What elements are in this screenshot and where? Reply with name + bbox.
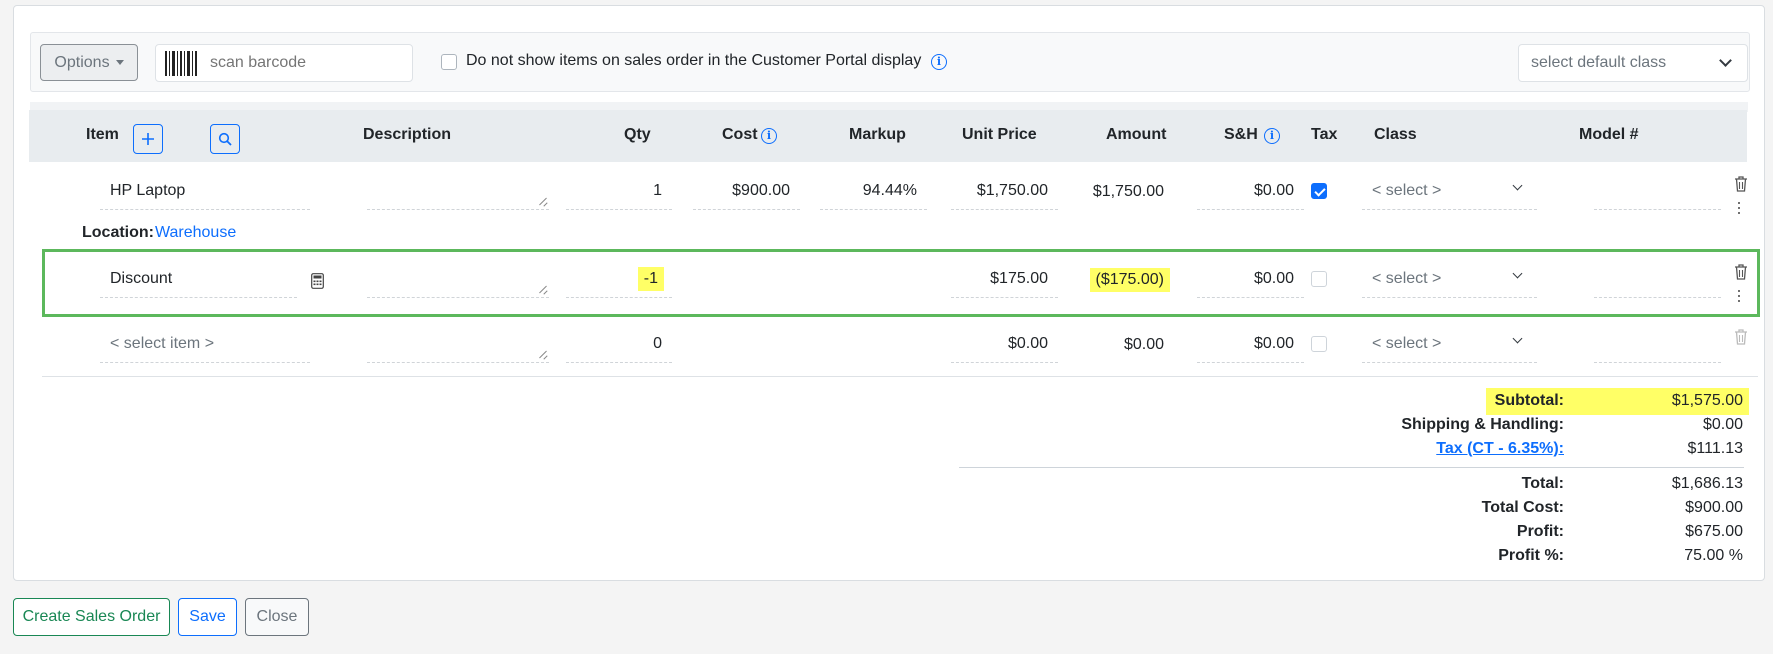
shipping-label: Shipping & Handling:	[1401, 416, 1564, 433]
barcode-icon	[165, 51, 197, 76]
unit-price-field[interactable]: $1,750.00	[951, 172, 1058, 210]
profit-label: Profit:	[1516, 523, 1564, 540]
sh-field[interactable]: $0.00	[1197, 325, 1304, 363]
add-item-button[interactable]	[133, 124, 163, 154]
default-class-select[interactable]: select default class	[1518, 44, 1748, 82]
hide-in-portal-label: Do not show items on sales order in the …	[466, 52, 922, 69]
class-select[interactable]: < select >	[1362, 260, 1537, 298]
profit-percent-value: 75.00 %	[1684, 547, 1743, 564]
col-header-description: Description	[363, 126, 452, 143]
item-field[interactable]: Discount	[100, 260, 297, 298]
plus-icon	[142, 133, 154, 145]
totals-divider	[959, 467, 1744, 468]
total-cost-label: Total Cost:	[1481, 499, 1564, 516]
cost-info-icon[interactable]: i	[761, 128, 777, 144]
caret-down-icon	[115, 60, 124, 65]
tax-checkbox[interactable]	[1311, 336, 1327, 352]
unit-price-field[interactable]: $175.00	[951, 260, 1058, 298]
col-header-class: Class	[1374, 126, 1417, 143]
info-icon[interactable]: i	[931, 54, 947, 70]
unit-price-field[interactable]: $0.00	[951, 325, 1058, 363]
tax-value: $111.13	[1687, 440, 1743, 457]
location-link[interactable]: Warehouse	[155, 224, 236, 242]
chevron-down-icon	[1512, 268, 1523, 279]
col-header-amount: Amount	[1106, 126, 1167, 143]
table-row: < select item > 0 $0.00 $0.00 $0.00 < se…	[29, 325, 1747, 373]
barcode-field[interactable]	[155, 44, 413, 82]
model-field[interactable]	[1594, 260, 1721, 298]
description-field[interactable]	[367, 260, 549, 298]
sh-info-icon[interactable]: i	[1264, 128, 1280, 144]
total-value: $1,686.13	[1671, 475, 1743, 492]
tax-checkbox[interactable]	[1311, 183, 1327, 199]
search-icon	[218, 132, 232, 146]
trash-icon[interactable]	[1734, 176, 1748, 192]
model-field[interactable]	[1594, 325, 1721, 363]
tax-rate-link[interactable]: Tax (CT - 6.35%):	[1436, 440, 1564, 458]
items-table-header: Item Description Qty Cost i Markup Unit …	[29, 110, 1747, 162]
resize-handle-icon[interactable]	[539, 198, 547, 206]
col-header-tax: Tax	[1311, 126, 1338, 143]
sh-field[interactable]: $0.00	[1197, 172, 1304, 210]
close-button[interactable]: Close	[245, 598, 309, 636]
trash-icon[interactable]	[1734, 264, 1748, 280]
col-header-qty: Qty	[624, 126, 651, 143]
col-header-model: Model #	[1579, 126, 1639, 143]
total-label: Total:	[1521, 475, 1564, 492]
description-field[interactable]	[367, 325, 549, 363]
options-label: Options	[54, 53, 110, 71]
amount-value: $1,750.00	[1092, 183, 1164, 200]
subtotal-value: $1,575.00	[1671, 392, 1743, 409]
col-header-cost: Cost	[722, 126, 758, 143]
calculator-icon[interactable]	[311, 273, 324, 289]
amount-value: ($175.00)	[1089, 268, 1170, 292]
resize-handle-icon[interactable]	[539, 351, 547, 359]
location-label: Location:	[82, 224, 154, 241]
chevron-down-icon	[1512, 180, 1523, 191]
class-select[interactable]: < select >	[1362, 325, 1537, 363]
item-select-field[interactable]: < select item >	[100, 325, 310, 363]
create-sales-order-button[interactable]: Create Sales Order	[13, 598, 170, 636]
search-items-button[interactable]	[210, 124, 240, 154]
qty-field[interactable]: 0	[566, 325, 672, 363]
col-header-item: Item	[86, 126, 119, 143]
items-toolbar: Options Do not show items on sales order…	[30, 32, 1750, 92]
col-header-unit-price: Unit Price	[962, 126, 1037, 143]
cost-field[interactable]: $900.00	[693, 172, 800, 210]
trash-icon[interactable]	[1734, 329, 1748, 345]
options-dropdown-button[interactable]: Options	[40, 44, 138, 81]
col-header-sh: S&H	[1224, 126, 1258, 143]
save-button[interactable]: Save	[178, 598, 237, 636]
chevron-down-icon	[1719, 54, 1732, 67]
profit-percent-label: Profit %:	[1498, 547, 1564, 564]
sh-field[interactable]: $0.00	[1197, 260, 1304, 298]
qty-field[interactable]: -1	[566, 260, 672, 298]
class-select[interactable]: < select >	[1362, 172, 1537, 210]
table-row: Discount -1 $175.00 ($175.00) $0.00 < se…	[29, 260, 1747, 308]
total-cost-value: $900.00	[1685, 499, 1743, 516]
hide-in-portal-checkbox[interactable]	[441, 54, 457, 70]
model-field[interactable]	[1594, 172, 1721, 210]
shipping-value: $0.00	[1702, 416, 1743, 433]
qty-field[interactable]: 1	[566, 172, 672, 210]
subtotal-label: Subtotal:	[1494, 392, 1564, 409]
col-header-markup: Markup	[849, 126, 906, 143]
row-menu-icon[interactable]	[1737, 202, 1741, 216]
row-menu-icon[interactable]	[1737, 290, 1741, 304]
amount-value: $0.00	[1123, 336, 1164, 353]
item-field[interactable]: HP Laptop	[100, 172, 310, 210]
default-class-placeholder: select default class	[1531, 54, 1667, 71]
markup-field[interactable]: 94.44%	[820, 172, 927, 210]
tax-checkbox[interactable]	[1311, 271, 1327, 287]
table-divider	[42, 376, 1758, 377]
description-field[interactable]	[367, 172, 549, 210]
barcode-input[interactable]	[208, 45, 408, 81]
resize-handle-icon[interactable]	[539, 286, 547, 294]
chevron-down-icon	[1512, 333, 1523, 344]
profit-value: $675.00	[1685, 523, 1743, 540]
